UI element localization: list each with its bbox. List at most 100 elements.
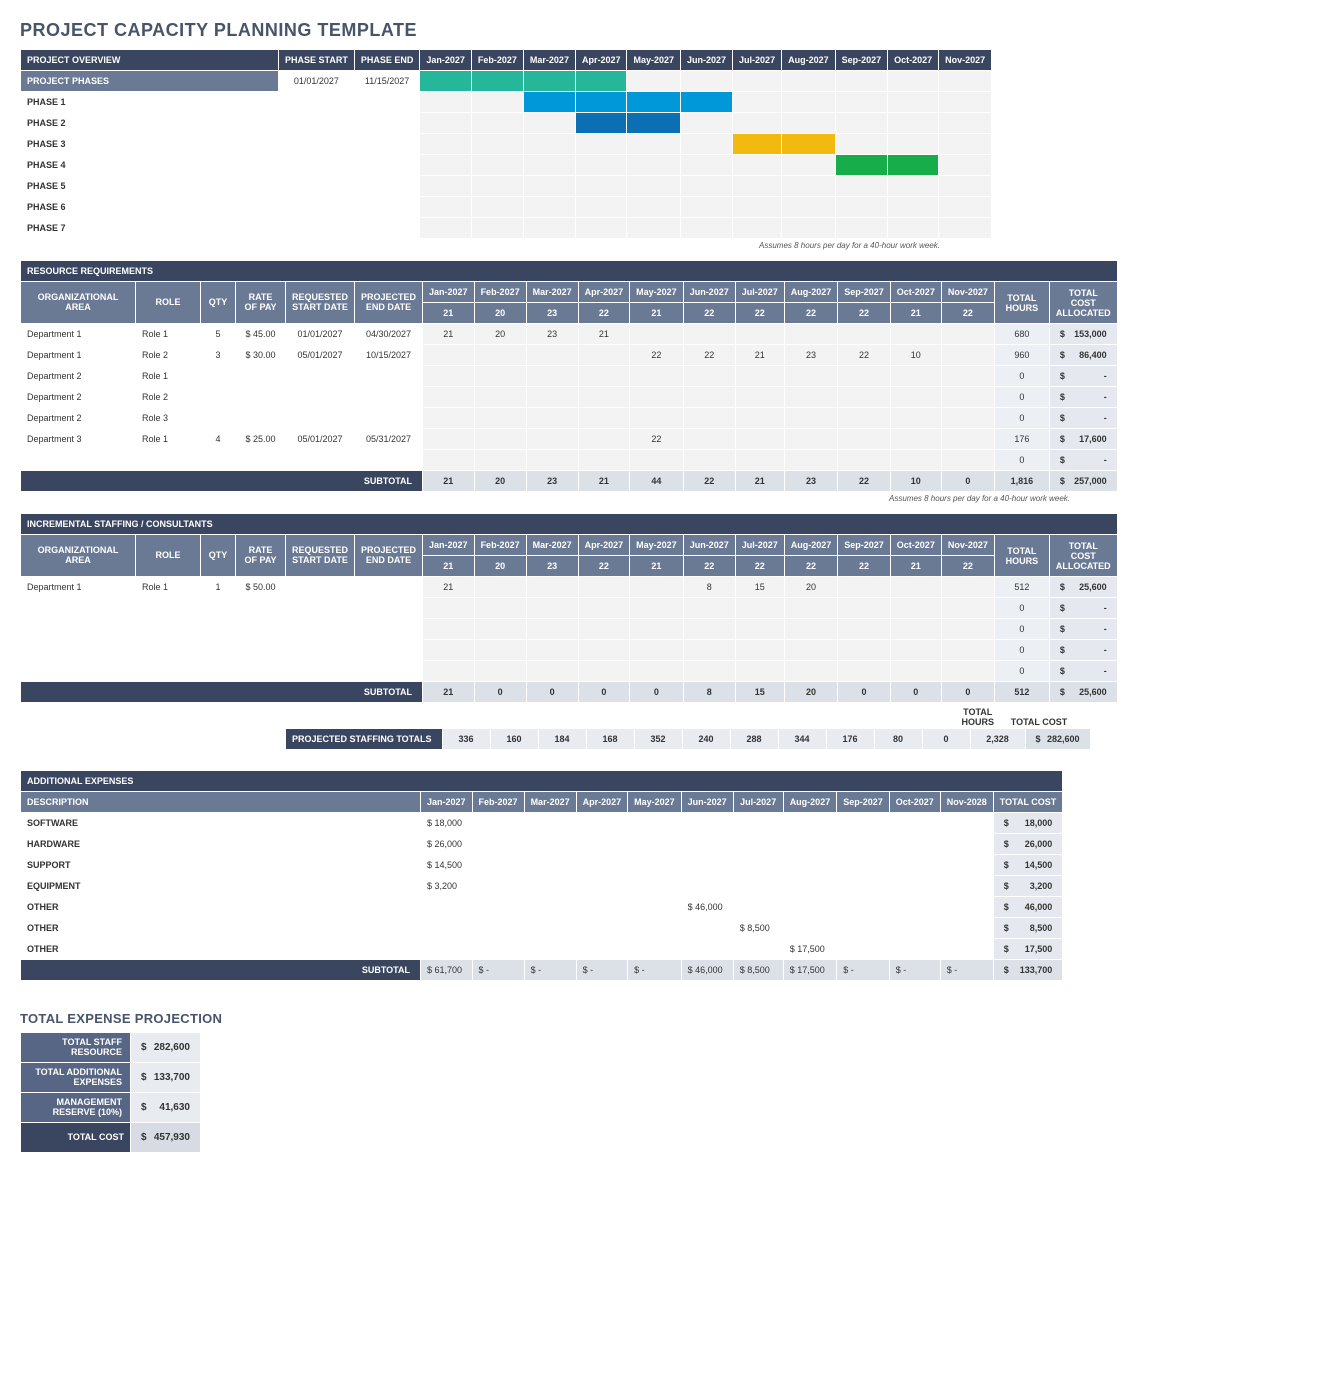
cell [355, 640, 423, 661]
cell [423, 450, 475, 471]
cell [21, 619, 136, 640]
gantt-cell [835, 134, 888, 155]
cost-cell: $- [1049, 661, 1117, 682]
projection-label: TOTAL ADDITIONAL EXPENSES [21, 1063, 131, 1093]
cell: Role 3 [136, 408, 201, 429]
cell: Role 1 [136, 366, 201, 387]
cost-cell: $- [1049, 408, 1117, 429]
cell: $ 46,000 [681, 960, 733, 981]
cell: 1,816 [994, 471, 1049, 492]
cell [784, 366, 838, 387]
expense-total: $26,000 [993, 834, 1063, 855]
cell: $ 3,200 [421, 876, 473, 897]
cell [201, 450, 236, 471]
projected-totals-table: PROJECTED STAFFING TOTALS336160184168352… [285, 728, 1091, 750]
cell [578, 408, 630, 429]
gantt-cell [523, 176, 575, 197]
cell: 21 [578, 324, 630, 345]
cell: Apr-2027 [578, 535, 630, 556]
gantt-cell [888, 113, 939, 134]
cell [783, 855, 837, 876]
cell [783, 918, 837, 939]
col-header: ROLE [136, 282, 201, 324]
cell [474, 429, 526, 450]
cell: 160 [490, 729, 538, 750]
col-header: ORGANIZATIONAL AREA [21, 535, 136, 577]
gantt-cell [939, 113, 992, 134]
cost-cell: $25,600 [1049, 577, 1117, 598]
cell [889, 876, 940, 897]
gantt-cell [782, 134, 836, 155]
cell [355, 387, 423, 408]
cell [526, 577, 578, 598]
cell [889, 855, 940, 876]
cell [355, 598, 423, 619]
gantt-cell [627, 155, 681, 176]
gantt-cell [888, 197, 939, 218]
cell [838, 429, 891, 450]
cell: Sep-2027 [838, 282, 891, 303]
cell [201, 366, 236, 387]
cell [286, 450, 355, 471]
cell [236, 408, 286, 429]
cell: 21 [890, 556, 941, 577]
gantt-cell [888, 155, 939, 176]
cell [941, 577, 994, 598]
cell [578, 345, 630, 366]
expense-total: $17,500 [993, 939, 1063, 960]
cell [889, 813, 940, 834]
cell: 176 [826, 729, 874, 750]
cell [733, 834, 783, 855]
cell: May-2027 [628, 792, 682, 813]
cell [354, 155, 420, 176]
cell [578, 577, 630, 598]
cell [838, 619, 891, 640]
cell: Aug-2027 [783, 792, 837, 813]
gantt-cell [575, 155, 627, 176]
gantt-cell [575, 218, 627, 239]
cell [784, 429, 838, 450]
gantt-cell [782, 197, 836, 218]
gantt-cell [523, 92, 575, 113]
cell: 22 [838, 303, 891, 324]
cost-cell: $- [1049, 387, 1117, 408]
cell [890, 577, 941, 598]
cell [630, 408, 684, 429]
cell [423, 345, 475, 366]
cell: 0 [994, 387, 1049, 408]
projection-table: TOTAL STAFF RESOURCE$282,600TOTAL ADDITI… [20, 1032, 201, 1153]
cell [681, 813, 733, 834]
expenses-table: ADDITIONAL EXPENSESDESCRIPTIONJan-2027Fe… [20, 770, 1063, 981]
cell [136, 640, 201, 661]
cell: Nov-2027 [941, 282, 994, 303]
gantt-cell [835, 197, 888, 218]
cell [890, 408, 941, 429]
cell: 21 [735, 345, 784, 366]
cell [474, 661, 526, 682]
gantt-cell [681, 71, 733, 92]
cell: PHASE 7 [21, 218, 279, 239]
cell: 0 [630, 682, 684, 703]
section-title: ADDITIONAL EXPENSES [21, 771, 1063, 792]
cost-cell: $153,000 [1049, 324, 1117, 345]
cell [940, 876, 993, 897]
cell: 1 [201, 577, 236, 598]
cell [354, 197, 420, 218]
cell [279, 113, 355, 134]
cell: 05/31/2027 [355, 429, 423, 450]
gantt-cell [471, 218, 523, 239]
gantt-cell [471, 92, 523, 113]
total-cost-label: TOTAL COST [1008, 717, 1070, 727]
cell [201, 387, 236, 408]
cell [890, 387, 941, 408]
cell: 22 [578, 303, 630, 324]
gantt-cell [835, 218, 888, 239]
expense-total: $3,200 [993, 876, 1063, 897]
cell [940, 897, 993, 918]
cell: 21 [423, 682, 475, 703]
cell [201, 661, 236, 682]
gantt-cell [523, 134, 575, 155]
cell: 10 [890, 471, 941, 492]
cell: Apr-2027 [576, 792, 628, 813]
cell [474, 450, 526, 471]
